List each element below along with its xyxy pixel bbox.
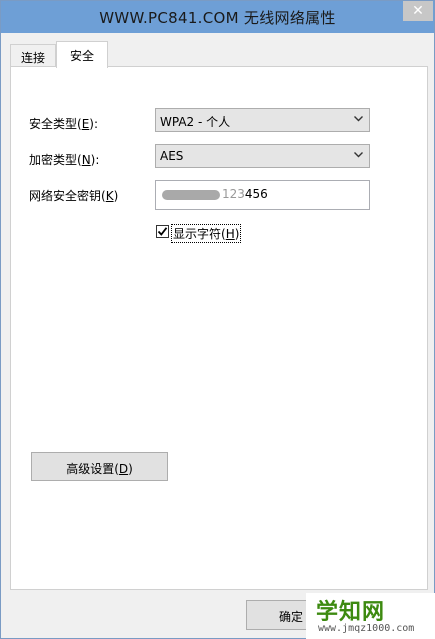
chevron-down-icon	[354, 152, 363, 158]
network-key-visible-part: 456	[244, 187, 268, 201]
site-watermark: 学知网 www.jmqz1000.com	[306, 593, 435, 639]
encryption-type-value: AES	[160, 149, 184, 163]
window-title: WWW.PC841.COM 无线网络属性	[99, 9, 336, 27]
tab-connection[interactable]: 连接	[10, 44, 56, 67]
title-bar[interactable]: WWW.PC841.COM 无线网络属性 ✕	[1, 1, 434, 33]
network-key-label: 网络安全密钥(K)	[29, 189, 119, 203]
watermark-brand: 学知网	[316, 600, 386, 625]
chevron-down-icon	[354, 116, 363, 122]
show-characters-label[interactable]: 显示字符(H)	[171, 224, 242, 243]
close-button[interactable]: ✕	[403, 1, 433, 21]
security-type-select[interactable]: WPA2 - 个人	[155, 108, 370, 132]
encryption-type-label: 加密类型(N):	[29, 153, 100, 167]
security-panel: 安全类型(E): WPA2 - 个人 加密类型(N): AES 网络安全密钥(K…	[10, 66, 428, 590]
redacted-key-blur	[162, 189, 220, 200]
properties-dialog: WWW.PC841.COM 无线网络属性 ✕ 连接 安全 安全类型(E): WP…	[0, 0, 435, 639]
tab-connection-label: 连接	[20, 51, 45, 65]
security-type-value: WPA2 - 个人	[160, 115, 231, 129]
encryption-type-select[interactable]: AES	[155, 144, 370, 168]
watermark-url: www.jmqz1000.com	[318, 623, 415, 634]
tab-security-label: 安全	[69, 49, 94, 63]
advanced-settings-button[interactable]: 高级设置(D)	[31, 452, 168, 481]
checkmark-icon	[157, 227, 168, 236]
show-characters-checkbox[interactable]	[156, 225, 169, 238]
network-key-input[interactable]: 123456	[155, 180, 370, 210]
close-icon: ✕	[412, 3, 424, 19]
tab-security[interactable]: 安全	[56, 41, 108, 68]
security-type-label: 安全类型(E):	[29, 117, 99, 131]
network-key-hidden-part: 123	[222, 187, 245, 201]
